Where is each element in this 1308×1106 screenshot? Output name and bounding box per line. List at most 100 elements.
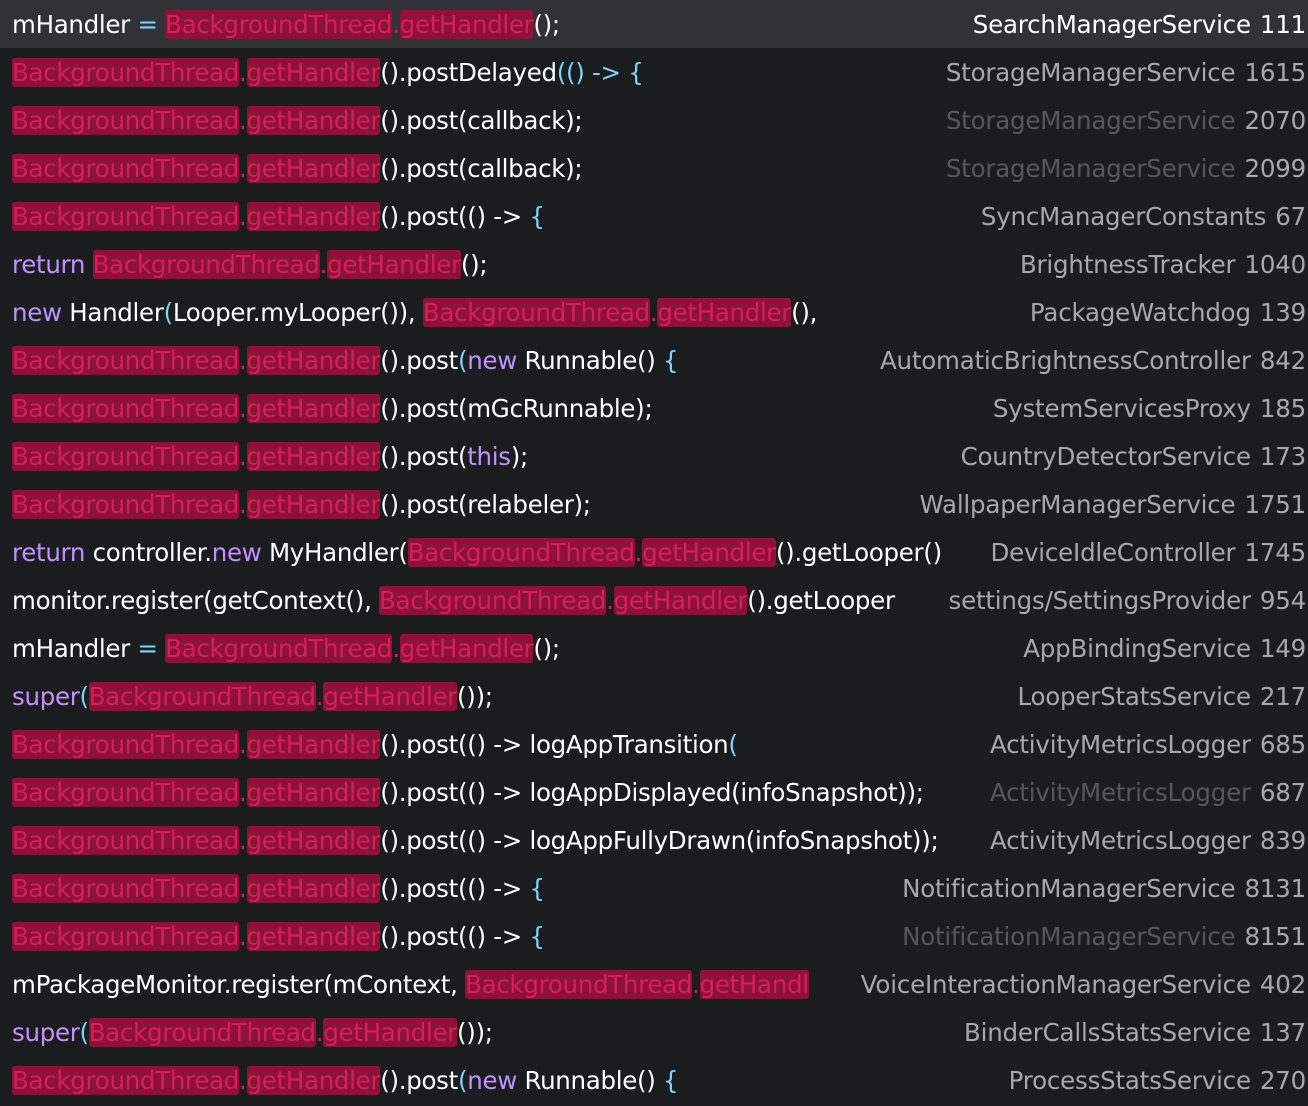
result-file-name: VoiceInteractionManagerService [860,969,1251,999]
search-result-row[interactable]: mHandler = BackgroundThread.getHandler()… [0,0,1308,48]
match-highlight: getHandler [323,1017,457,1047]
search-result-row[interactable]: BackgroundThread.getHandler().post(new R… [0,1056,1308,1104]
match-dot: . [239,873,247,903]
match-highlight: BackgroundThread [465,969,693,999]
search-result-row[interactable]: BackgroundThread.getHandler().post(mGcRu… [0,384,1308,432]
match-dot: . [239,825,247,855]
search-result-row[interactable]: BackgroundThread.getHandler().post(() ->… [0,768,1308,816]
match-dot: . [392,9,400,39]
result-file-name: NotificationManagerService [902,873,1236,903]
code-snippet: BackgroundThread.getHandler().post(new R… [12,1065,1003,1095]
code-text: Looper.myLooper()), [172,297,423,327]
code-keyword: new [467,1065,525,1095]
match-highlight: BackgroundThread [88,681,316,711]
result-file-name: ActivityMetricsLogger [990,825,1251,855]
search-result-row[interactable]: super(BackgroundThread.getHandler()); Loo… [0,672,1308,720]
search-result-row[interactable]: BackgroundThread.getHandler().post(() ->… [0,720,1308,768]
result-file-name: PackageWatchdog [1029,297,1251,327]
result-line-number: 139 [1259,297,1306,327]
search-result-row[interactable]: new Handler(Looper.myLooper()), Backgrou… [0,288,1308,336]
match-dot: . [239,393,247,423]
code-text: ().post(callback); [380,153,583,183]
search-result-row[interactable]: BackgroundThread.getHandler().post(() ->… [0,192,1308,240]
match-highlight: getHandler [246,345,381,375]
code-text: ()); [457,681,493,711]
search-result-row[interactable]: monitor.register(getContext(), Backgroun… [0,576,1308,624]
match-highlight: getHandler [246,825,381,855]
search-result-row[interactable]: mHandler = BackgroundThread.getHandler()… [0,624,1308,672]
result-location: NotificationManagerService 8131 [896,873,1306,903]
search-result-row[interactable]: BackgroundThread.getHandler().post(() ->… [0,816,1308,864]
search-result-row[interactable]: BackgroundThread.getHandler().postDelaye… [0,48,1308,96]
search-result-row[interactable]: BackgroundThread.getHandler().post(callb… [0,144,1308,192]
code-text: ().post(relabeler); [380,489,591,519]
match-highlight: BackgroundThread [12,489,240,519]
code-punct: ( [728,729,738,759]
code-keyword: return [12,537,93,567]
code-punct: ( [79,681,90,711]
result-location: DeviceIdleController 1745 [984,537,1306,567]
code-text: (); [460,249,488,279]
search-result-row[interactable]: BackgroundThread.getHandler().post(() ->… [0,864,1308,912]
code-text: mPackageMonitor.register(mContext, [12,969,466,999]
result-file-name: CountryDetectorService [960,441,1251,471]
result-line-number: 149 [1259,633,1306,663]
search-result-row[interactable]: return BackgroundThread.getHandler(); Bri… [0,240,1308,288]
result-location: SystemServicesProxy 185 [986,393,1306,423]
result-location: BinderCallsStatsService 137 [958,1017,1306,1047]
match-highlight: BackgroundThread [12,105,240,135]
result-location: ProcessStatsService 270 [1002,1065,1306,1095]
match-highlight: getHandler [246,1065,381,1095]
code-punct: { [663,1065,679,1095]
match-highlight: BackgroundThread [379,585,607,615]
match-highlight: BackgroundThread [12,777,240,807]
search-result-row[interactable]: BackgroundThread.getHandler().post(relab… [0,480,1308,528]
result-line-number: 8151 [1244,921,1306,951]
match-highlight: getHandler [323,681,457,711]
code-text: Handler [69,297,164,327]
result-location: StorageManagerService 2099 [939,153,1306,183]
code-punct: = [137,633,166,663]
match-dot: . [239,441,247,471]
match-highlight: BackgroundThread [165,633,393,663]
match-highlight: BackgroundThread [12,825,240,855]
result-location: BrightnessTracker 1040 [1013,249,1306,279]
code-snippet: BackgroundThread.getHandler().post(() ->… [12,825,984,855]
match-highlight: BackgroundThread [12,441,240,471]
match-highlight: getHandler [246,777,381,807]
code-snippet: BackgroundThread.getHandler().post(() ->… [12,921,896,951]
search-result-row[interactable]: mPackageMonitor.register(mContext, Backg… [0,960,1308,1008]
match-highlight: getHandler [327,249,461,279]
code-snippet: new Handler(Looper.myLooper()), Backgrou… [12,297,1024,327]
match-dot: . [239,1065,247,1095]
search-result-row[interactable]: BackgroundThread.getHandler().post(callb… [0,96,1308,144]
result-location: settings/SettingsProvider 954 [942,585,1306,615]
result-location: WallpaperManagerService 1751 [913,489,1306,519]
match-highlight: getHandler [399,633,534,663]
result-line-number: 842 [1259,345,1306,375]
result-line-number: 685 [1259,729,1306,759]
result-file-name: WallpaperManagerService [919,489,1236,519]
result-file-name: BrightnessTracker [1019,249,1236,279]
match-dot: . [239,153,247,183]
match-highlight: getHandler [613,585,748,615]
match-highlight: BackgroundThread [12,873,240,903]
match-highlight: BackgroundThread [12,153,240,183]
result-file-name: SyncManagerConstants [980,201,1267,231]
result-file-name: LooperStatsService [1017,681,1251,711]
code-keyword: super [12,1017,80,1047]
result-location: VoiceInteractionManagerService 402 [854,969,1306,999]
search-result-row[interactable]: BackgroundThread.getHandler().post(() ->… [0,912,1308,960]
search-result-row[interactable]: BackgroundThread.getHandler().post(this)… [0,432,1308,480]
match-highlight: getHandler [246,153,381,183]
search-result-row[interactable]: return controller.new MyHandler(Backgrou… [0,528,1308,576]
result-line-number: 67 [1275,201,1306,231]
search-result-row[interactable]: super(BackgroundThread.getHandler()); Bin… [0,1008,1308,1056]
match-highlight: BackgroundThread [165,9,393,39]
result-file-name: DeviceIdleController [990,537,1236,567]
result-location: SearchManagerService 111 [966,9,1306,39]
code-snippet: BackgroundThread.getHandler().post(() ->… [12,729,984,759]
match-highlight: getHandler [246,873,381,903]
code-text: (); [533,9,560,39]
search-result-row[interactable]: BackgroundThread.getHandler().post(new R… [0,336,1308,384]
